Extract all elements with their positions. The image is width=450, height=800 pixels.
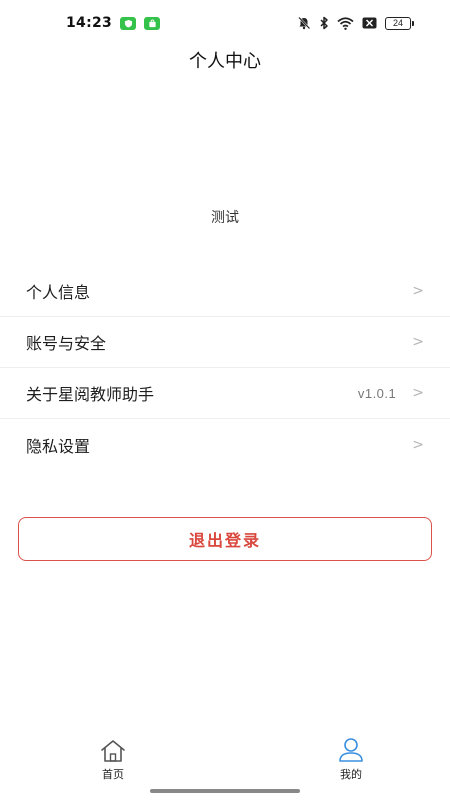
- logout-button[interactable]: 退出登录: [18, 517, 432, 561]
- tab-profile[interactable]: 我的: [318, 735, 384, 785]
- menu-item-right: >: [412, 334, 424, 350]
- chevron-right-icon: >: [412, 334, 424, 350]
- store-app-icon: [144, 16, 161, 30]
- page-title: 个人中心: [189, 51, 261, 72]
- status-right: 24: [297, 16, 414, 30]
- battery-icon: 24: [385, 16, 414, 30]
- settings-menu: 个人信息 > 账号与安全 > 关于星阅教师助手 v1.0.1 > 隐私设置 >: [0, 266, 450, 470]
- bluetooth-icon: [319, 16, 329, 30]
- battery-tip: [412, 20, 414, 26]
- home-icon: [99, 735, 127, 763]
- tab-label: 我的: [340, 768, 362, 781]
- menu-item-account-security[interactable]: 账号与安全 >: [0, 317, 450, 368]
- menu-item-about[interactable]: 关于星阅教师助手 v1.0.1 >: [0, 368, 450, 419]
- home-indicator[interactable]: [150, 789, 300, 793]
- menu-item-label: 个人信息: [26, 283, 91, 302]
- status-bar: 14:23 24: [0, 0, 450, 46]
- bottom-tab-bar: 首页 我的: [0, 735, 450, 785]
- menu-item-right: >: [412, 283, 424, 299]
- chevron-right-icon: >: [412, 283, 424, 299]
- chevron-right-icon: >: [412, 385, 424, 401]
- menu-item-label: 账号与安全: [26, 334, 107, 353]
- menu-item-personal-info[interactable]: 个人信息 >: [0, 266, 450, 317]
- wifi-icon: [337, 16, 354, 30]
- app-version: v1.0.1: [357, 385, 397, 401]
- menu-item-right: >: [412, 437, 424, 453]
- tab-home[interactable]: 首页: [80, 735, 146, 785]
- tab-label: 首页: [102, 768, 124, 781]
- mute-bell-icon: [297, 16, 311, 30]
- chevron-right-icon: >: [412, 436, 424, 453]
- status-time: 14:23: [66, 15, 113, 31]
- profile-screen: 14:23 24 个人中心 测试 个人信息 > 账号与安全 > 关于星阅教师助手…: [0, 0, 450, 800]
- profile-name: 测试: [211, 210, 239, 226]
- menu-item-label: 隐私设置: [26, 436, 91, 456]
- sim-off-icon: [362, 17, 377, 29]
- menu-item-right: v1.0.1 >: [358, 385, 424, 401]
- menu-item-label: 关于星阅教师助手: [26, 385, 155, 404]
- status-left: 14:23: [66, 15, 161, 31]
- menu-item-privacy[interactable]: 隐私设置 >: [0, 419, 450, 470]
- battery-level: 24: [385, 16, 411, 30]
- shield-app-icon: [120, 16, 137, 30]
- user-icon: [337, 735, 365, 763]
